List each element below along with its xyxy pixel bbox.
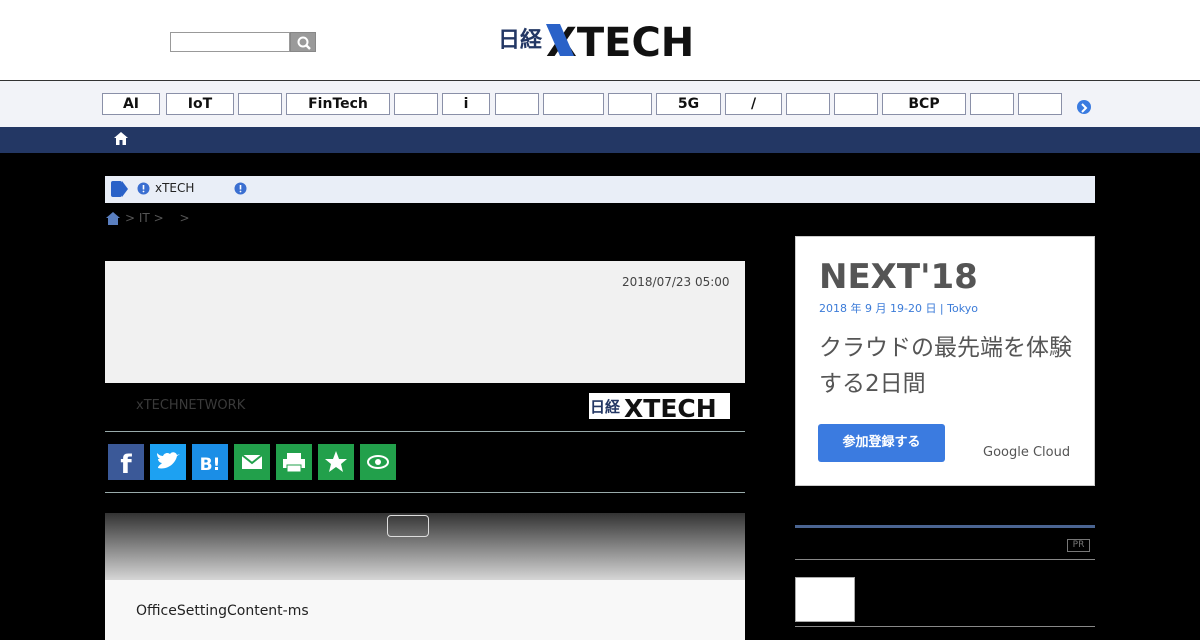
pr-badge: PR: [1067, 539, 1090, 552]
sidebar-thumbnail[interactable]: [795, 577, 855, 622]
tag-11[interactable]: [786, 93, 830, 115]
divider: [795, 559, 1095, 560]
tag-15[interactable]: [1018, 93, 1062, 115]
search-button[interactable]: [290, 32, 316, 52]
tag-3[interactable]: FinTech: [286, 93, 390, 115]
svg-text:日経: 日経: [498, 27, 543, 53]
tag-6[interactable]: [495, 93, 539, 115]
tag-9[interactable]: 5G: [656, 93, 721, 115]
info-icon: [137, 182, 150, 195]
svg-text:B!: B!: [200, 455, 221, 475]
search-icon: [297, 36, 311, 50]
home-icon[interactable]: [113, 131, 129, 146]
tag-1[interactable]: IoT: [166, 93, 234, 115]
ad-date: 2018 年 9 月 19-20 日 | Tokyo: [819, 302, 978, 315]
ad-brand: Google Cloud: [983, 445, 1071, 460]
favorite-icon: [325, 451, 347, 472]
mail-icon: [241, 454, 263, 469]
svg-text:XTECH: XTECH: [624, 394, 717, 419]
breadcrumb-item-it[interactable]: IT: [139, 211, 150, 225]
share-facebook-button[interactable]: f: [108, 444, 144, 480]
divider: [105, 492, 745, 493]
twitter-icon: [157, 452, 180, 469]
tag-13[interactable]: BCP: [882, 93, 966, 115]
xtech-small-logo: 日経 XTECH: [589, 393, 730, 419]
share-hatena-button[interactable]: B!: [192, 444, 228, 480]
svg-text:日経: 日経: [590, 398, 621, 416]
tag-2[interactable]: [238, 93, 282, 115]
hatena-icon: B!: [200, 455, 221, 475]
tag-14[interactable]: [970, 93, 1014, 115]
tag-10[interactable]: /: [725, 93, 782, 115]
notice-text[interactable]: xTECH: [155, 181, 194, 195]
breadcrumb-separator: >: [153, 211, 164, 225]
network-label: xTECHNETWORK: [136, 398, 246, 413]
sidebar-rule: [795, 525, 1095, 528]
notice-bar: [105, 176, 1095, 203]
share-favorite-button[interactable]: [318, 444, 354, 480]
gallery-toggle-button[interactable]: [387, 515, 429, 537]
ad-title: NEXT'18: [819, 258, 978, 292]
breadcrumb-separator: >: [125, 211, 136, 225]
article-date: 2018/07/23 05:00: [622, 275, 730, 289]
breadcrumb-separator: >: [179, 211, 190, 225]
svg-text:f: f: [120, 450, 132, 480]
play-icon: [111, 181, 128, 197]
ad-register-button[interactable]: 参加登録する: [818, 424, 945, 462]
share-twitter-button[interactable]: [150, 444, 186, 480]
ad-copy: クラウドの最先端を体験する2日間: [819, 335, 1072, 397]
divider: [105, 431, 745, 432]
tag-5[interactable]: i: [442, 93, 490, 115]
main-nav: [0, 127, 1200, 153]
tag-12[interactable]: [834, 93, 878, 115]
chevron-right-icon: [1081, 103, 1088, 113]
tag-8[interactable]: [608, 93, 652, 115]
breadcrumb: > IT > >: [105, 211, 190, 225]
tag-4[interactable]: [394, 93, 438, 115]
tag-scroll-next-button[interactable]: [1077, 100, 1091, 114]
print-icon: [283, 453, 305, 473]
tag-7[interactable]: [543, 93, 604, 115]
divider: [795, 626, 1095, 627]
search-input[interactable]: [170, 32, 290, 52]
tag-0[interactable]: AI: [102, 93, 160, 115]
view-icon: [367, 455, 389, 469]
site-logo[interactable]: 日経 XTECH: [498, 20, 708, 60]
article-body-text: OfficeSettingContent-ms: [136, 603, 309, 619]
share-mail-button[interactable]: [234, 444, 270, 480]
next18-logo: NEXT'18: [819, 258, 978, 292]
share-view-button[interactable]: [360, 444, 396, 480]
share-print-button[interactable]: [276, 444, 312, 480]
facebook-icon: f: [120, 450, 132, 480]
info-icon: [234, 182, 247, 195]
